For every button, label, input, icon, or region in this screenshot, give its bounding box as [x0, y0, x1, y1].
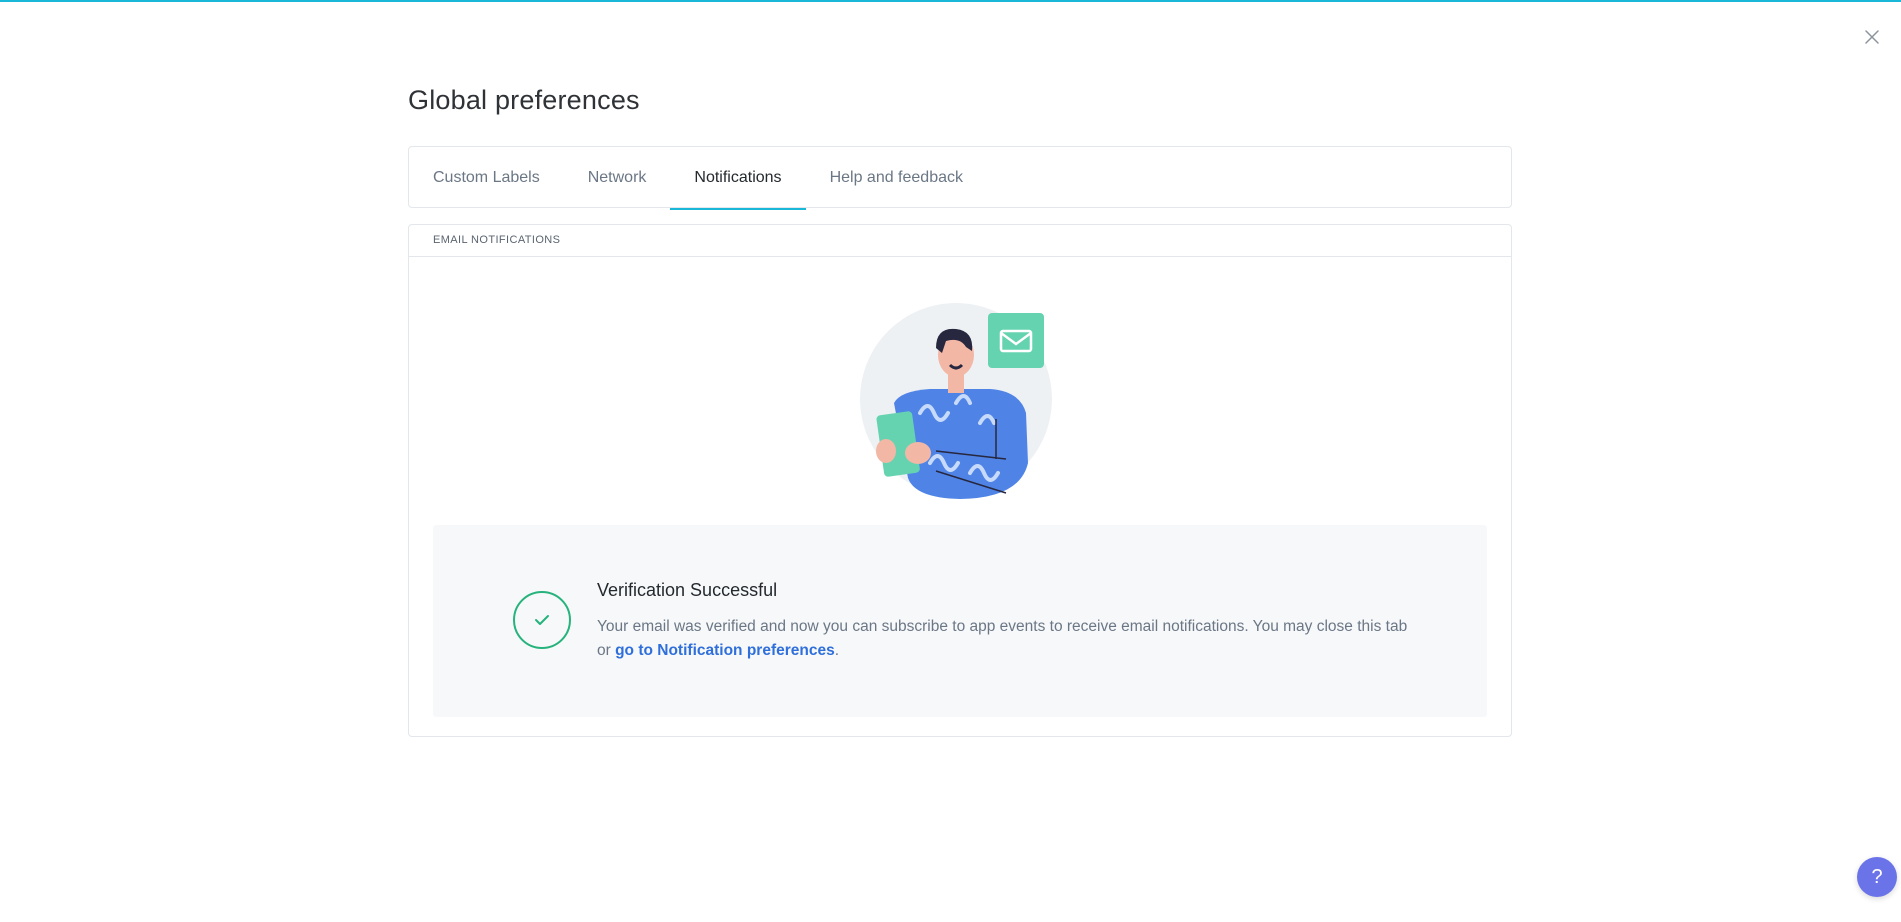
tab-notifications[interactable]: Notifications: [670, 147, 806, 210]
result-message-end: .: [834, 642, 840, 659]
tab-network[interactable]: Network: [564, 147, 671, 209]
email-notifications-panel: EMAIL NOTIFICATIONS Verification Success…: [408, 224, 1512, 737]
person-with-envelope-illustration: [860, 303, 1052, 499]
result-text: Verification Successful Your email was v…: [597, 579, 1417, 663]
help-button[interactable]: ?: [1857, 857, 1897, 897]
verification-result-box: Verification Successful Your email was v…: [433, 525, 1487, 717]
check-icon: [513, 591, 571, 649]
tab-custom-labels[interactable]: Custom Labels: [409, 147, 564, 209]
result-message: Your email was verified and now you can …: [597, 615, 1417, 663]
tab-help-and-feedback[interactable]: Help and feedback: [806, 147, 987, 209]
close-icon[interactable]: [1863, 28, 1881, 46]
tab-bar: Custom Labels Network Notifications Help…: [408, 146, 1512, 210]
preferences-container: Global preferences Custom Labels Network…: [408, 80, 1512, 737]
panel-header: EMAIL NOTIFICATIONS: [409, 225, 1511, 257]
result-title: Verification Successful: [597, 580, 778, 600]
notification-preferences-link[interactable]: go to Notification preferences: [615, 642, 835, 659]
top-accent-line: [0, 0, 1901, 2]
page-title: Global preferences: [408, 85, 640, 115]
